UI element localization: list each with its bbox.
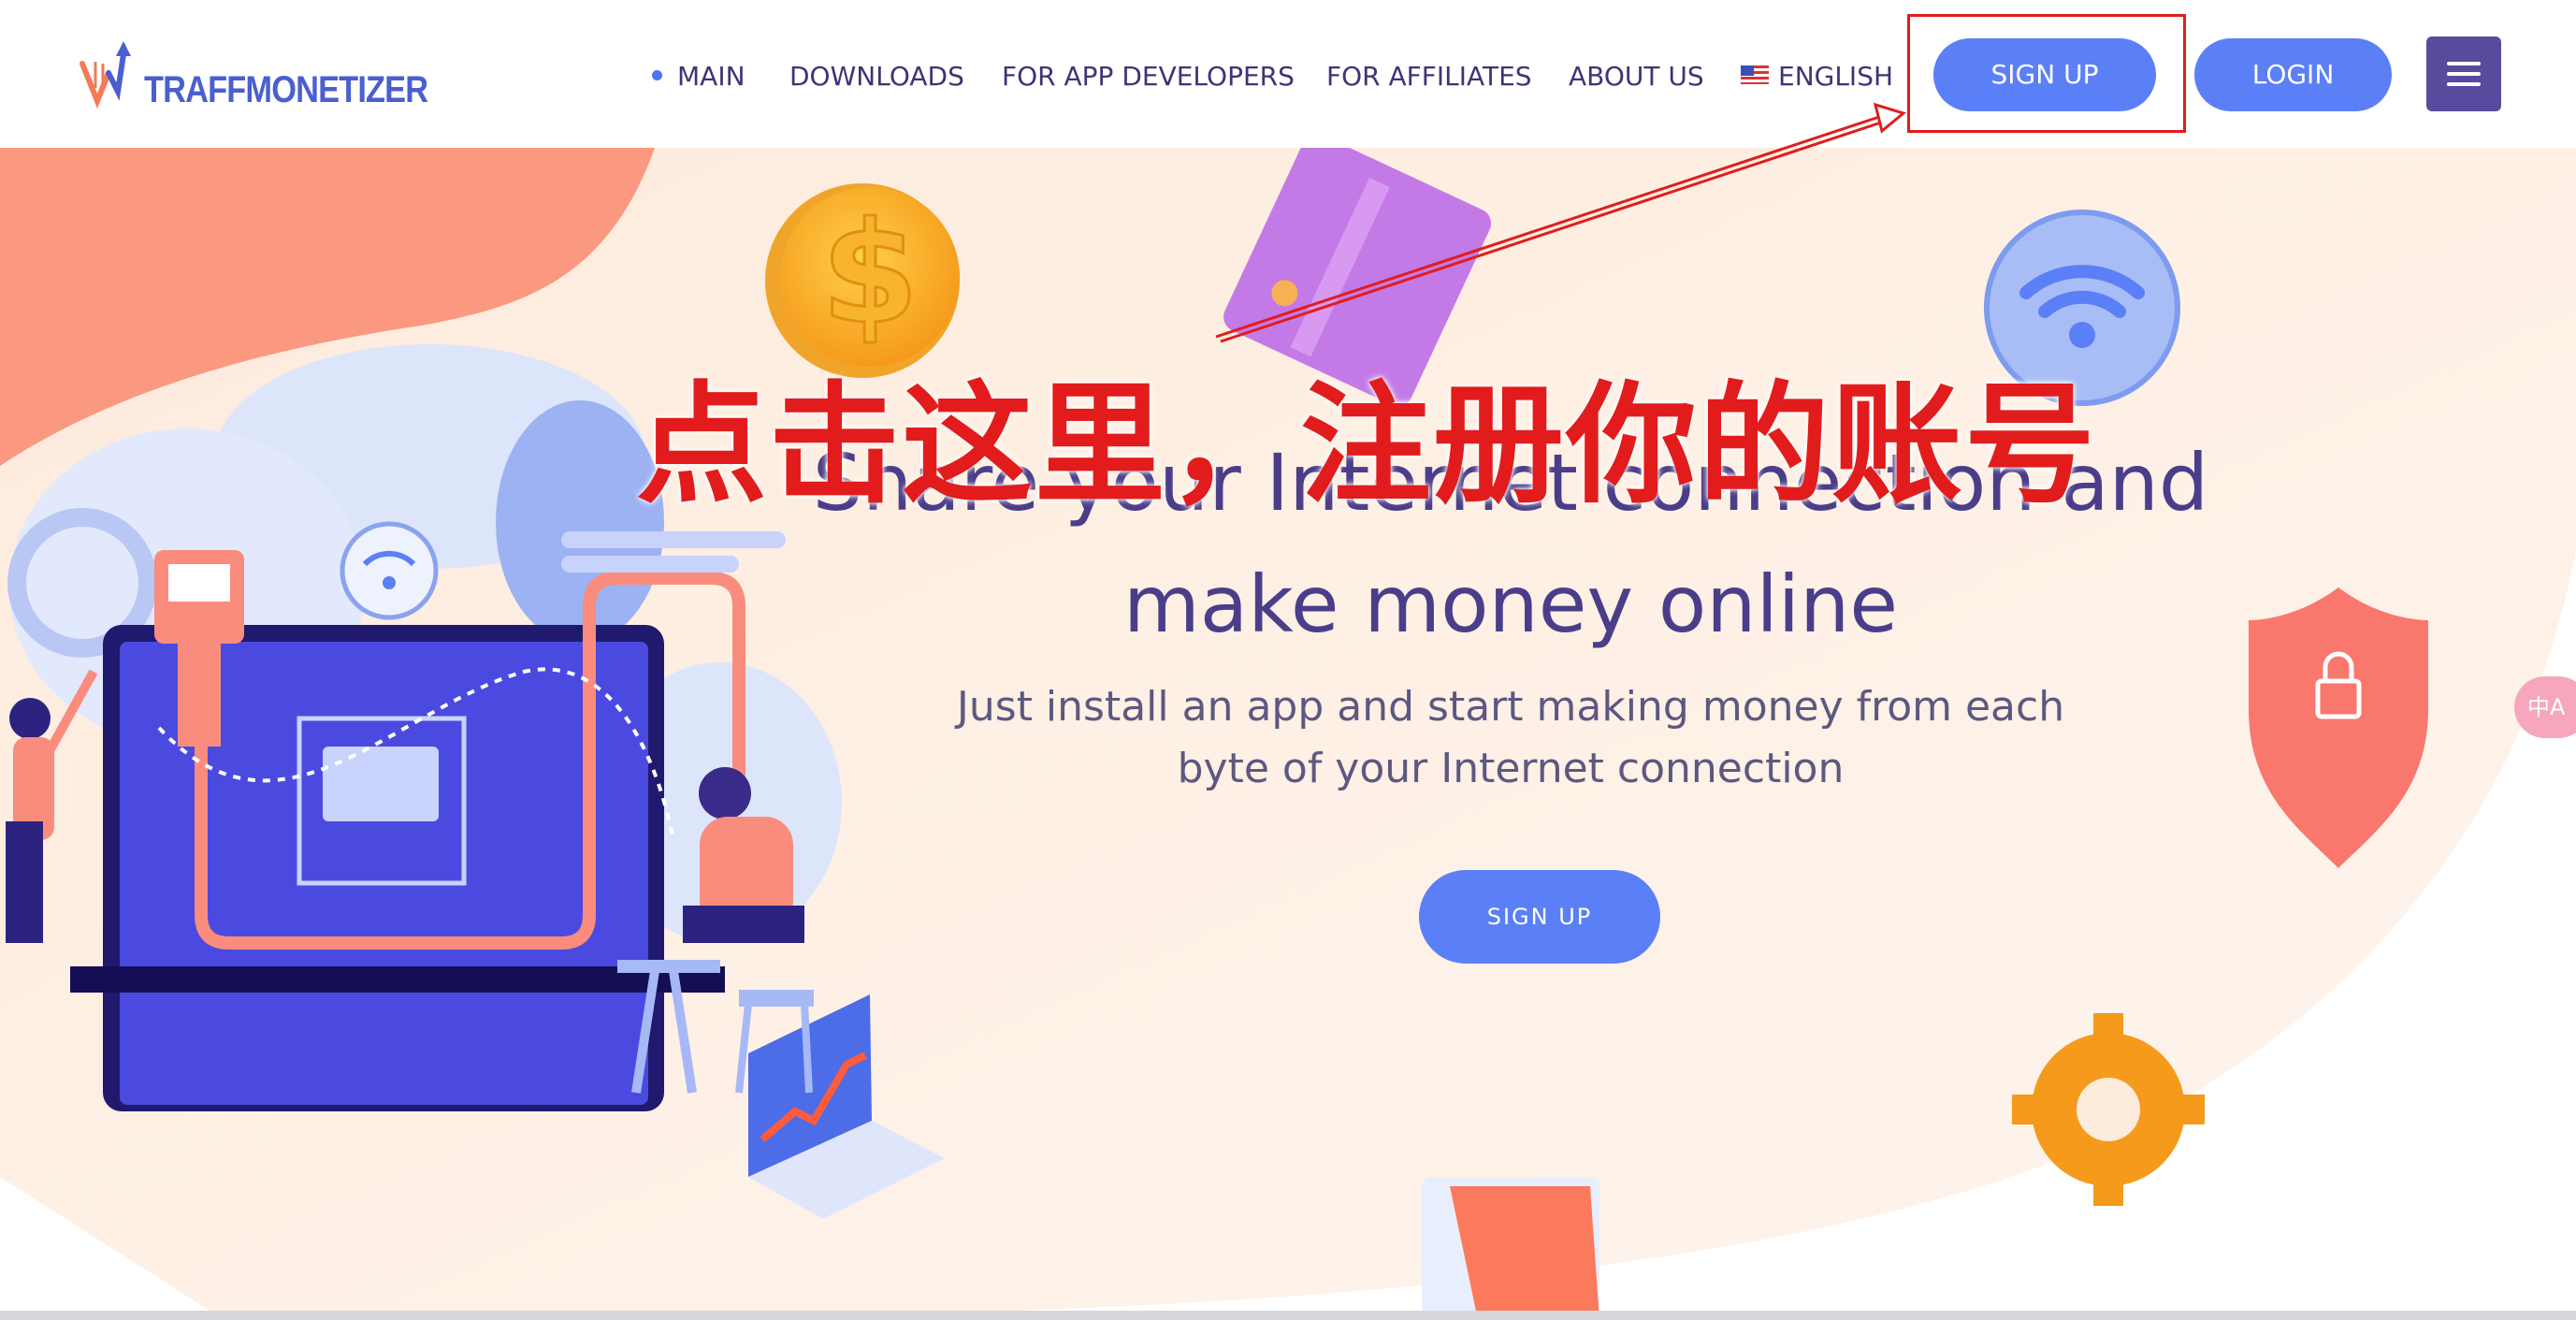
active-dot-icon [652, 69, 662, 80]
nav-for-affiliates[interactable]: FOR AFFILIATES [1326, 58, 1532, 95]
language-selector[interactable]: ENGLISH [1741, 58, 1893, 95]
hero-section: $ Share your Internet connection and mak… [0, 148, 2576, 1320]
annotation-highlight-box [1907, 14, 2186, 133]
subtext-line-2: byte of your Internet connection [1177, 745, 1845, 792]
us-flag-icon [1741, 65, 1769, 84]
logo[interactable]: TRAFFMONETIZER [77, 36, 428, 116]
translate-widget[interactable]: 中A [2514, 676, 2576, 738]
logo-text: TRAFFMONETIZER [144, 69, 428, 110]
signup-button-hero[interactable]: SIGN UP [1419, 870, 1660, 964]
nav-for-app-developers[interactable]: FOR APP DEVELOPERS [1002, 58, 1295, 95]
headline-line-2: make money online [1122, 558, 1899, 650]
svg-text:$: $ [821, 193, 919, 355]
card-bottom-icon [1422, 1177, 1599, 1320]
nav-main-label: MAIN [677, 61, 745, 92]
hamburger-menu-icon[interactable] [2426, 36, 2501, 111]
nav-downloads[interactable]: DOWNLOADS [789, 58, 964, 95]
language-label: ENGLISH [1778, 61, 1894, 92]
hero-subtext: Just install an app and start making mon… [842, 676, 2179, 800]
subtext-line-1: Just install an app and start making mon… [956, 683, 2065, 731]
logo-icon [80, 41, 131, 109]
nav-main[interactable]: MAIN [652, 58, 745, 95]
annotation-text: 点击这里，注册你的账号 [636, 370, 2098, 522]
window-bottom-edge [0, 1311, 2576, 1320]
login-button[interactable]: LOGIN [2194, 38, 2392, 111]
site-header: TRAFFMONETIZER MAIN DOWNLOADS FOR APP DE… [0, 0, 2576, 148]
nav-about-us[interactable]: ABOUT US [1569, 58, 1704, 95]
